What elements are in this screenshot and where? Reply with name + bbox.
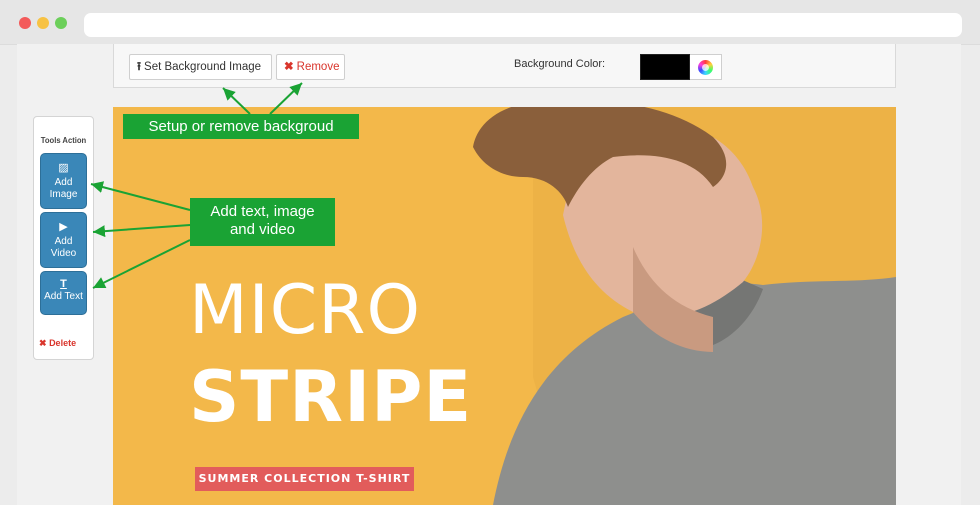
design-canvas[interactable]: MICRO STRIPE SUMMER COLLECTION T-SHIRT (113, 107, 896, 505)
image-icon: ▨ (58, 162, 69, 174)
background-color-label: Background Color: (514, 58, 606, 70)
add-text-button[interactable]: T Add Text (40, 271, 87, 315)
add-video-button[interactable]: ▶ Add Video (40, 212, 87, 268)
headline-stripe[interactable]: STRIPE (189, 361, 472, 433)
tools-callout-line-2: and video (229, 221, 296, 238)
text-icon: T (60, 278, 67, 290)
remove-background-button[interactable]: ✖ Remove (276, 54, 345, 80)
address-bar[interactable] (84, 13, 962, 37)
background-toolbar: ⭱ Set Background Image ✖ Remove Background… (113, 44, 896, 88)
close-icon: ✖ (284, 61, 294, 73)
tools-action-title: Tools Action (40, 135, 87, 145)
delete-button[interactable]: ✖ Delete (39, 338, 76, 349)
tools-callout: Add text, image and video (190, 198, 335, 246)
delete-label: Delete (49, 338, 77, 348)
color-picker-button[interactable] (690, 54, 722, 80)
headline-micro[interactable]: MICRO (189, 277, 421, 345)
maximize-window-button[interactable] (55, 17, 67, 29)
set-background-image-label: Set Background Image (144, 61, 262, 73)
background-callout: Setup or remove backgroud (123, 114, 359, 139)
add-image-label: Add Image (49, 177, 78, 200)
video-icon: ▶ (59, 221, 68, 233)
remove-background-label: Remove (296, 61, 340, 73)
tagline-badge[interactable]: SUMMER COLLECTION T-SHIRT (195, 467, 414, 491)
set-background-image-button[interactable]: ⭱ Set Background Image (129, 54, 272, 80)
color-wheel-icon (698, 60, 713, 75)
browser-chrome (0, 0, 980, 45)
upload-icon: ⭱ (137, 61, 142, 73)
close-window-button[interactable] (19, 17, 31, 29)
tools-callout-line-1: Add text, image (210, 203, 315, 220)
delete-icon: ✖ (39, 338, 47, 348)
add-image-button[interactable]: ▨ Add Image (40, 153, 87, 209)
add-text-label: Add Text (44, 291, 83, 302)
add-video-label: Add Video (50, 236, 77, 259)
tools-action-panel: Tools Action ▨ Add Image ▶ Add Video T A… (33, 116, 94, 360)
minimize-window-button[interactable] (37, 17, 49, 29)
background-color-swatch[interactable] (640, 54, 690, 80)
